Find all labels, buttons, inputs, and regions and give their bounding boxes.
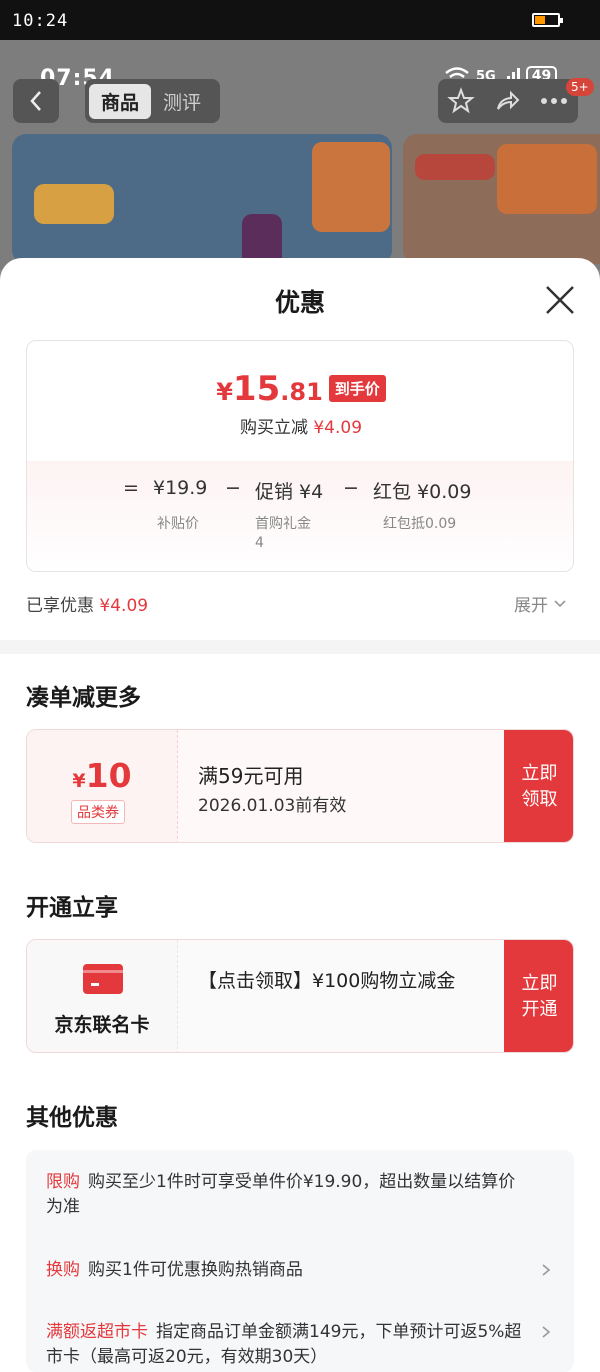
message-badge: 5+: [566, 78, 594, 96]
sheet-title: 优惠: [274, 288, 325, 317]
back-button[interactable]: [13, 79, 59, 123]
formula-minus: −: [343, 477, 359, 499]
product-banner: [12, 134, 392, 264]
coupon-type-tag: 品类券: [71, 800, 125, 824]
final-price-tag: 到手价: [328, 375, 386, 402]
formula-minus: −: [225, 477, 241, 499]
formula-redpack-label: 红包抵0.09: [383, 516, 457, 532]
outer-status-bar: 10:24: [0, 0, 600, 40]
close-icon[interactable]: [543, 283, 577, 317]
section-title-other: 其他优惠: [26, 1105, 118, 1131]
discount-sheet: 优惠 ¥ 15 .81 到手价 购买立减 ¥4.09 = ¥19.9 − 促销 …: [0, 258, 600, 1372]
list-item[interactable]: 满额返超市卡 指定商品订单金额满149元，下单预计可返5%超市卡（最高可返20元，…: [46, 1320, 526, 1370]
card-offer-text: 【点击领取】¥100购物立减金: [198, 970, 456, 992]
formula-promo-label: 首购礼金: [255, 516, 311, 532]
enjoyed-discount: 已享优惠 ¥4.09: [26, 596, 149, 616]
outer-clock: 10:24: [12, 11, 69, 31]
instant-reduction: 购买立减 ¥4.09: [239, 418, 363, 438]
coupon-amount: ¥10: [72, 756, 132, 795]
product-tabs: 商品 测评: [85, 79, 220, 123]
expand-toggle[interactable]: 展开: [514, 591, 566, 616]
other-offers-list: 限购 购买至少1件时可享受单件价¥19.90，超出数量以结算价为准 换购 购买1件可…: [26, 1150, 574, 1372]
section-title-open: 开通立享: [26, 895, 118, 921]
open-card-button[interactable]: 立即 开通: [504, 940, 573, 1052]
coupon-condition: 满59元可用: [198, 764, 304, 788]
list-item[interactable]: 换购 购买1件可优惠换购热销商品: [46, 1258, 526, 1283]
chevron-down-icon: [554, 599, 566, 607]
chevron-right-icon: [542, 1326, 551, 1338]
more-icon[interactable]: [539, 96, 569, 106]
star-icon[interactable]: [447, 87, 475, 115]
claim-coupon-button[interactable]: 立即 领取: [504, 730, 573, 842]
section-divider: [0, 640, 600, 654]
chevron-right-icon: [542, 1264, 551, 1276]
chevron-left-icon: [30, 91, 41, 111]
nav-actions: [438, 79, 578, 123]
section-title-more: 凑单减更多: [26, 685, 141, 711]
tab-review[interactable]: 测评: [151, 84, 213, 119]
formula-base: ¥19.9: [153, 477, 208, 499]
share-icon[interactable]: [493, 87, 521, 115]
card-name: 京东联名卡: [54, 1014, 150, 1036]
formula-redpack: 红包 ¥0.09: [373, 481, 472, 503]
credit-card-icon: [83, 964, 123, 994]
battery-icon: [532, 13, 563, 27]
list-item: 限购 购买至少1件时可享受单件价¥19.90，超出数量以结算价为准: [46, 1172, 516, 1217]
formula-base-label: 补贴价: [157, 516, 199, 532]
promo-banner: [403, 134, 600, 264]
price-breakdown-card: ¥ 15 .81 到手价 购买立减 ¥4.09 = ¥19.9 − 促销 ¥4 …: [26, 340, 574, 572]
coupon-expiry: 2026.01.03前有效: [198, 796, 347, 816]
formula-eq: =: [123, 477, 139, 499]
formula-promo: 促销 ¥4: [255, 481, 324, 503]
cobrand-card-offer: 京东联名卡 【点击领取】¥100购物立减金 立即 开通: [26, 939, 574, 1053]
tab-product[interactable]: 商品: [89, 83, 152, 119]
category-coupon: ¥10 品类券 满59元可用 2026.01.03前有效 立即 领取: [26, 729, 574, 843]
formula-promo-label-2: 4: [255, 535, 264, 551]
final-price: ¥ 15 .81 到手价: [27, 369, 573, 409]
